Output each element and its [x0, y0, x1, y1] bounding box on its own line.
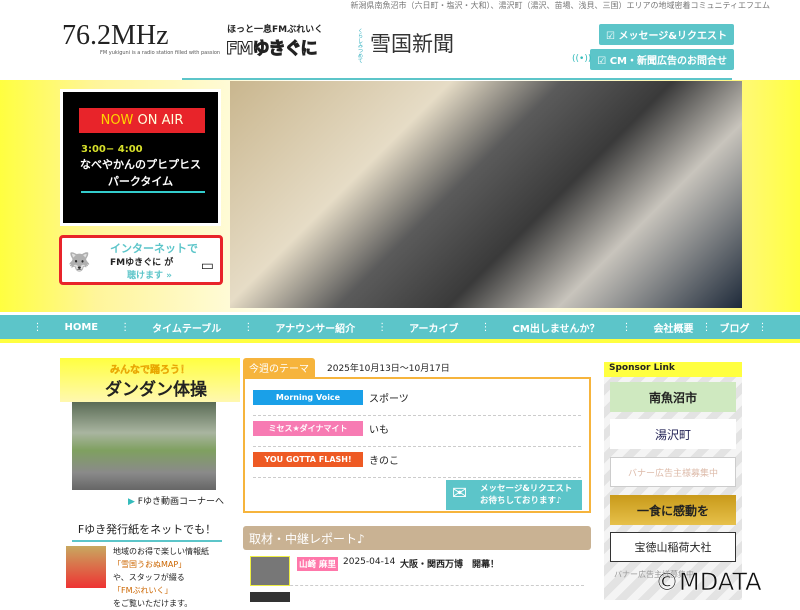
sponsor-links: Sponsor Link 南魚沼市 湯沢町 バナー広告主様募集中 一食に感動を …: [604, 362, 742, 600]
on-air-program: なべやかんのプヒプヒスパークタイム: [80, 158, 201, 188]
divider: [81, 191, 205, 193]
paper-kana: くらしみつめて: [357, 28, 363, 63]
logo-fm-yukiguni[interactable]: FMゆきぐに: [226, 34, 319, 60]
theme-topic: いも: [369, 425, 389, 436]
nav-home[interactable]: HOME: [42, 322, 120, 333]
message-request-cta[interactable]: ✉ メッセージ&リクエスト お待ちしております♪: [446, 480, 582, 510]
internet-line1: インターネットで: [110, 242, 198, 255]
video-corner-link[interactable]: ▶ Fゆき動画コーナーへ: [128, 494, 224, 507]
sponsor-isshoku[interactable]: 一食に感動を: [610, 495, 736, 525]
tagline: 新潟県南魚沼市（六日町・塩沢・大和）、湯沢町（湯沢、苗場、浅貝、三国）エリアの地…: [350, 1, 770, 10]
theme-topic: きのこ: [369, 456, 399, 467]
weekly-theme-tab: 今週のテーマ: [243, 358, 315, 377]
report-heading: 取材・中継レポート♪: [243, 526, 591, 550]
internet-line2: FMゆきぐに が: [110, 258, 174, 268]
report-author: 山崎 麻里: [297, 557, 338, 571]
nav-announcers[interactable]: アナウンサー紹介: [253, 320, 377, 335]
paper-thumbnail[interactable]: [66, 546, 106, 588]
theme-row: YOU GOTTA FLASH! きのこ: [253, 447, 581, 478]
message-request-button[interactable]: ☑ メッセージ&リクエスト: [599, 24, 734, 45]
dandan-title: ダンダン体操: [105, 380, 207, 400]
sponsor-yuzawa[interactable]: 湯沢町: [610, 419, 736, 449]
weekly-theme-date: 2025年10月13日〜10月17日: [327, 364, 450, 374]
on-air-tag: NOW ON AIR: [79, 108, 205, 133]
fyuki-papers-heading: Fゆき発行紙をネットでも！: [72, 521, 222, 542]
yukiguni-shimbun-logo[interactable]: 雪国新聞: [370, 28, 454, 58]
now-on-air-panel[interactable]: NOW ON AIR 3:00− 4:00 なべやかんのプヒプヒスパークタイム: [60, 89, 221, 226]
weekly-theme-panel: Morning Voice スポーツ ミセス★ダイナマイト いも YOU GOTTA…: [243, 377, 591, 513]
main-nav: ⋮ HOME ⋮ タイムテーブル ⋮ アナウンサー紹介 ⋮ アーカイブ ⋮ CM出しません…: [0, 315, 800, 343]
mascot-icon: 🐺: [68, 252, 91, 273]
theme-row: ミセス★ダイナマイト いも: [253, 416, 581, 447]
nav-company[interactable]: 会社概要: [632, 320, 702, 335]
device-icon: ▭: [200, 258, 214, 274]
sponsor-hotokusan[interactable]: 宝徳山稲荷大社: [610, 532, 736, 562]
envelope-icon: ✉: [452, 483, 468, 504]
program-badge[interactable]: Morning Voice: [253, 390, 363, 405]
watermark: ©MDATA: [655, 568, 762, 597]
sponsor-banner-recruit[interactable]: バナー広告主様募集中: [610, 457, 736, 487]
on-air-time: 3:00− 4:00: [81, 144, 143, 155]
sponsor-minamiuonuma[interactable]: 南魚沼市: [610, 382, 736, 412]
sponsor-heading: Sponsor Link: [604, 362, 742, 377]
theme-row: Morning Voice スポーツ: [253, 385, 581, 416]
report-thumbnail[interactable]: [250, 556, 290, 586]
nav-timetable[interactable]: タイムテーブル: [130, 320, 243, 335]
report-item[interactable]: 山崎 麻里 2025-04-14 大阪・関西万博 開幕！: [250, 556, 584, 586]
cm-inquiry-button[interactable]: ☑ CM・新聞広告のお問合せ: [590, 49, 734, 70]
report-title[interactable]: 大阪・関西万博 開幕！: [400, 557, 499, 570]
logo-frequency[interactable]: 76.2MHz: [62, 20, 169, 52]
report-date: 2025-04-14: [343, 557, 396, 567]
program-badge[interactable]: YOU GOTTA FLASH!: [253, 452, 363, 467]
dandan-kana: みんなで踊ろう！: [110, 365, 190, 376]
nav-archive[interactable]: アーカイブ: [387, 320, 480, 335]
antenna-icon: ((•)): [572, 54, 592, 64]
theme-topic: スポーツ: [369, 394, 409, 405]
dandan-taiso-banner[interactable]: みんなで踊ろう！ ダンダン体操: [60, 358, 240, 402]
studio-photo: [230, 81, 742, 308]
nav-cm[interactable]: CM出しませんか？: [491, 320, 622, 335]
report-item[interactable]: [250, 592, 584, 602]
fyuki-papers-text: 地域のお得で楽しい情報紙 「雪国うおぬMAP」 や、スタッフが綴る 「FMぶれいく」を…: [113, 547, 209, 608]
nav-blog[interactable]: ブログ: [712, 320, 758, 335]
dance-video-thumbnail[interactable]: [72, 402, 216, 490]
internet-line3: 聴けます »: [127, 271, 172, 281]
logo-subtitle: FM yukiguni is a radio station filled wi…: [100, 50, 221, 56]
program-badge[interactable]: ミセス★ダイナマイト: [253, 421, 363, 436]
internet-listen-banner[interactable]: インターネットで FMゆきぐに が 聴けます » 🐺 ▭: [59, 235, 223, 285]
